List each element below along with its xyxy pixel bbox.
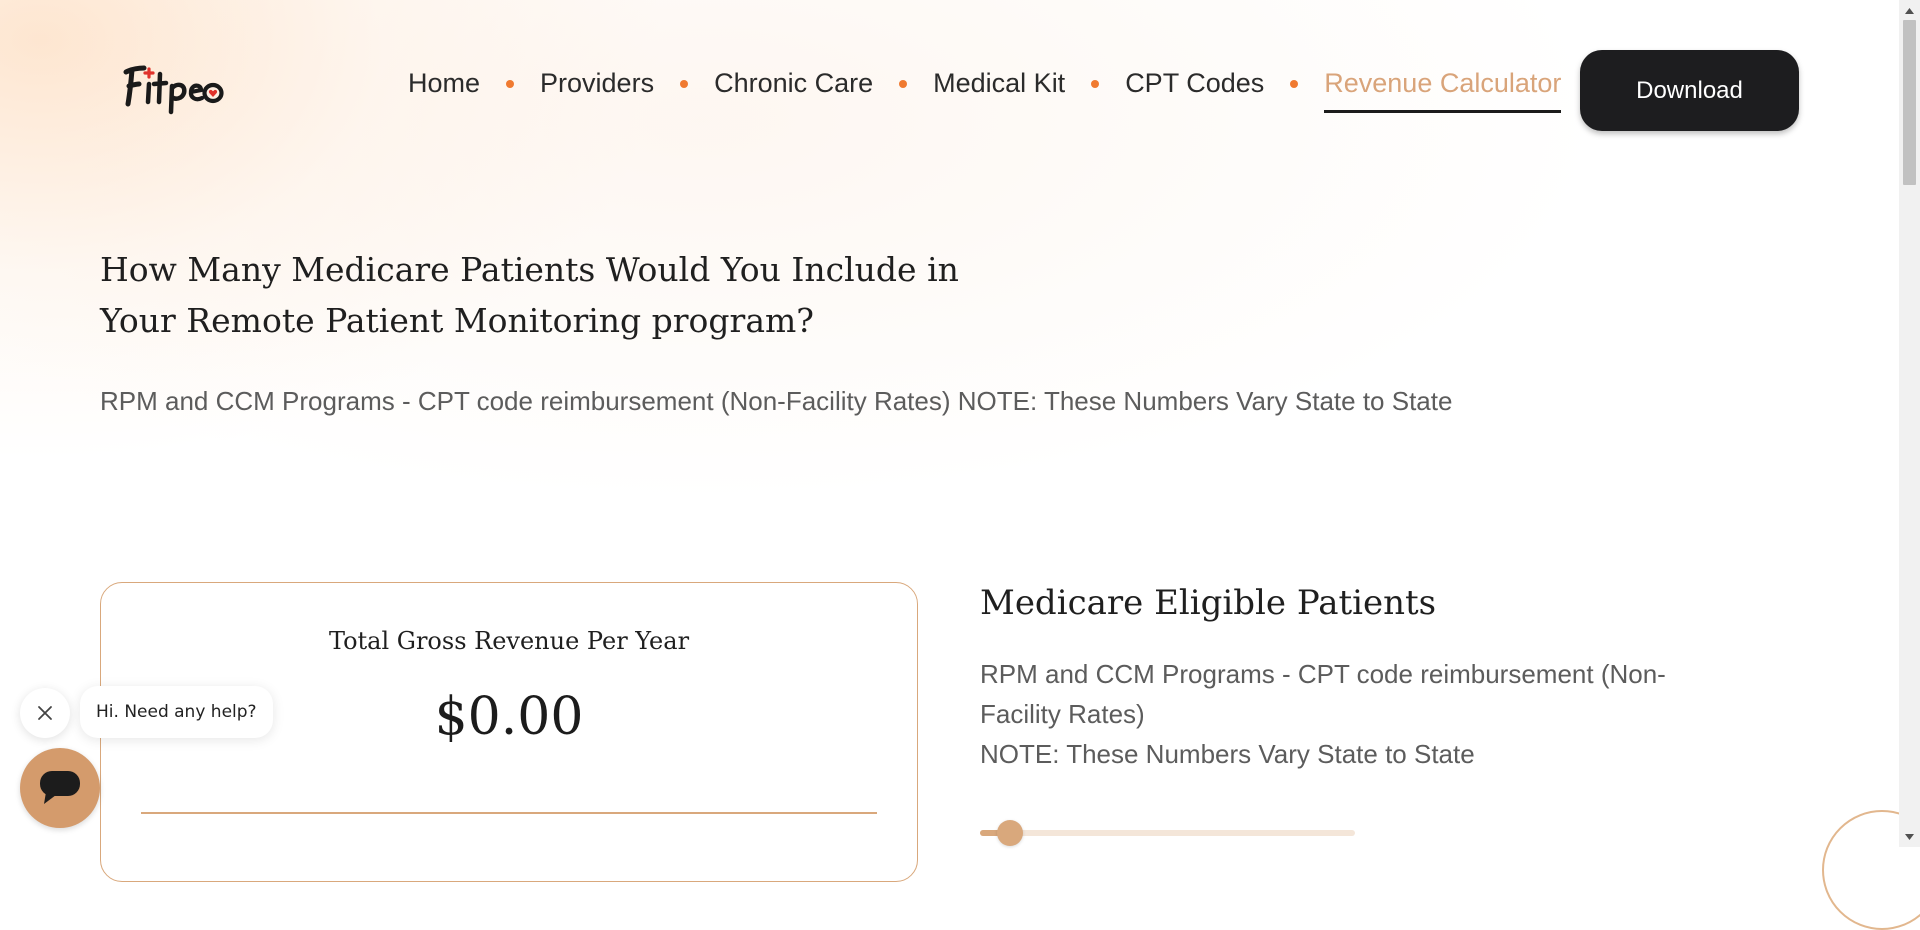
chat-launcher-button[interactable] xyxy=(20,748,100,828)
chat-bubble-icon xyxy=(40,771,80,804)
eligible-patients-description: RPM and CCM Programs - CPT code reimburs… xyxy=(980,654,1750,774)
nav-separator-dot xyxy=(506,79,515,88)
main-nav: Home Providers Chronic Care Medical Kit … xyxy=(408,68,1562,113)
nav-medical-kit-link[interactable]: Medical Kit xyxy=(933,68,1065,113)
card-divider xyxy=(141,812,877,814)
page-scrollbar[interactable] xyxy=(1899,0,1920,847)
description-line: Facility Rates) xyxy=(980,699,1145,729)
scroll-up-button[interactable] xyxy=(1899,2,1920,19)
chat-greeting-bubble[interactable]: Hi. Need any help? xyxy=(80,686,273,738)
fitpeo-logo[interactable] xyxy=(120,56,230,116)
reimbursement-note: RPM and CCM Programs - CPT code reimburs… xyxy=(100,386,1453,416)
page-title-line-2: Your Remote Patient Monitoring program? xyxy=(100,301,814,340)
nav-providers-link[interactable]: Providers xyxy=(540,68,654,113)
nav-separator-dot xyxy=(1091,79,1100,88)
patients-slider[interactable] xyxy=(980,820,1355,846)
nav-cpt-codes-link[interactable]: CPT Codes xyxy=(1125,68,1264,113)
slider-thumb[interactable] xyxy=(997,820,1023,846)
download-button[interactable]: Download xyxy=(1580,50,1799,131)
nav-separator-dot xyxy=(1290,79,1299,88)
revenue-label: Total Gross Revenue Per Year xyxy=(328,627,690,655)
triangle-down-icon xyxy=(1905,833,1914,840)
close-icon xyxy=(38,706,52,720)
slider-track[interactable] xyxy=(980,830,1355,836)
page-title-line-1: How Many Medicare Patients Would You Inc… xyxy=(100,250,959,289)
page-title: How Many Medicare Patients Would You Inc… xyxy=(100,244,980,346)
scroll-down-button[interactable] xyxy=(1899,828,1920,845)
scroll-thumb[interactable] xyxy=(1903,20,1916,185)
nav-home-link[interactable]: Home xyxy=(408,68,480,113)
nav-chronic-care-link[interactable]: Chronic Care xyxy=(714,68,873,113)
triangle-up-icon xyxy=(1905,7,1914,14)
eligible-patients-title: Medicare Eligible Patients xyxy=(980,583,1437,623)
nav-separator-dot xyxy=(680,79,689,88)
nav-separator-dot xyxy=(899,79,908,88)
description-line: RPM and CCM Programs - CPT code reimburs… xyxy=(980,659,1666,689)
description-line: NOTE: These Numbers Vary State to State xyxy=(980,739,1475,769)
chat-close-button[interactable] xyxy=(20,688,70,738)
nav-revenue-calculator-link[interactable]: Revenue Calculator xyxy=(1324,68,1562,113)
